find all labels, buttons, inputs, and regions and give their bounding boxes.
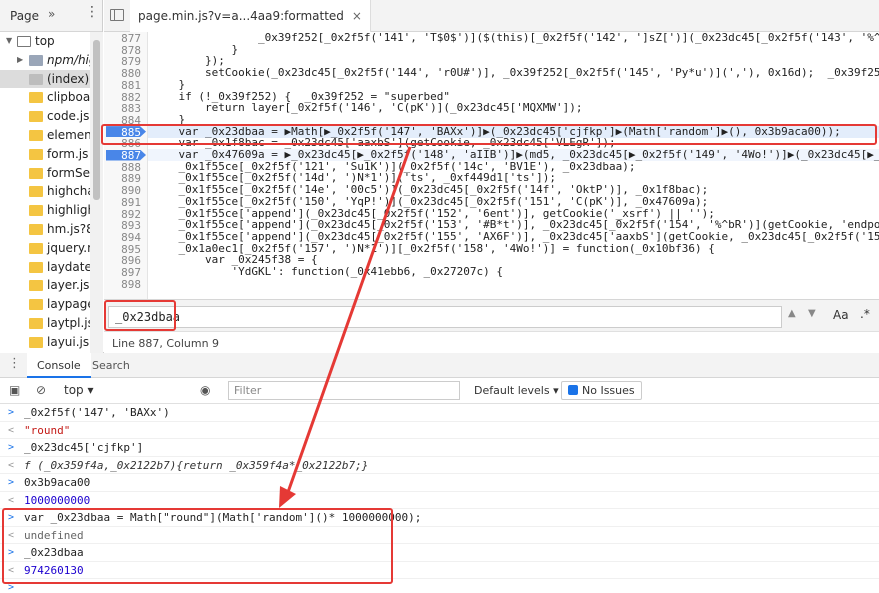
annotation-arrow (279, 146, 412, 508)
arrow-line (285, 146, 412, 496)
